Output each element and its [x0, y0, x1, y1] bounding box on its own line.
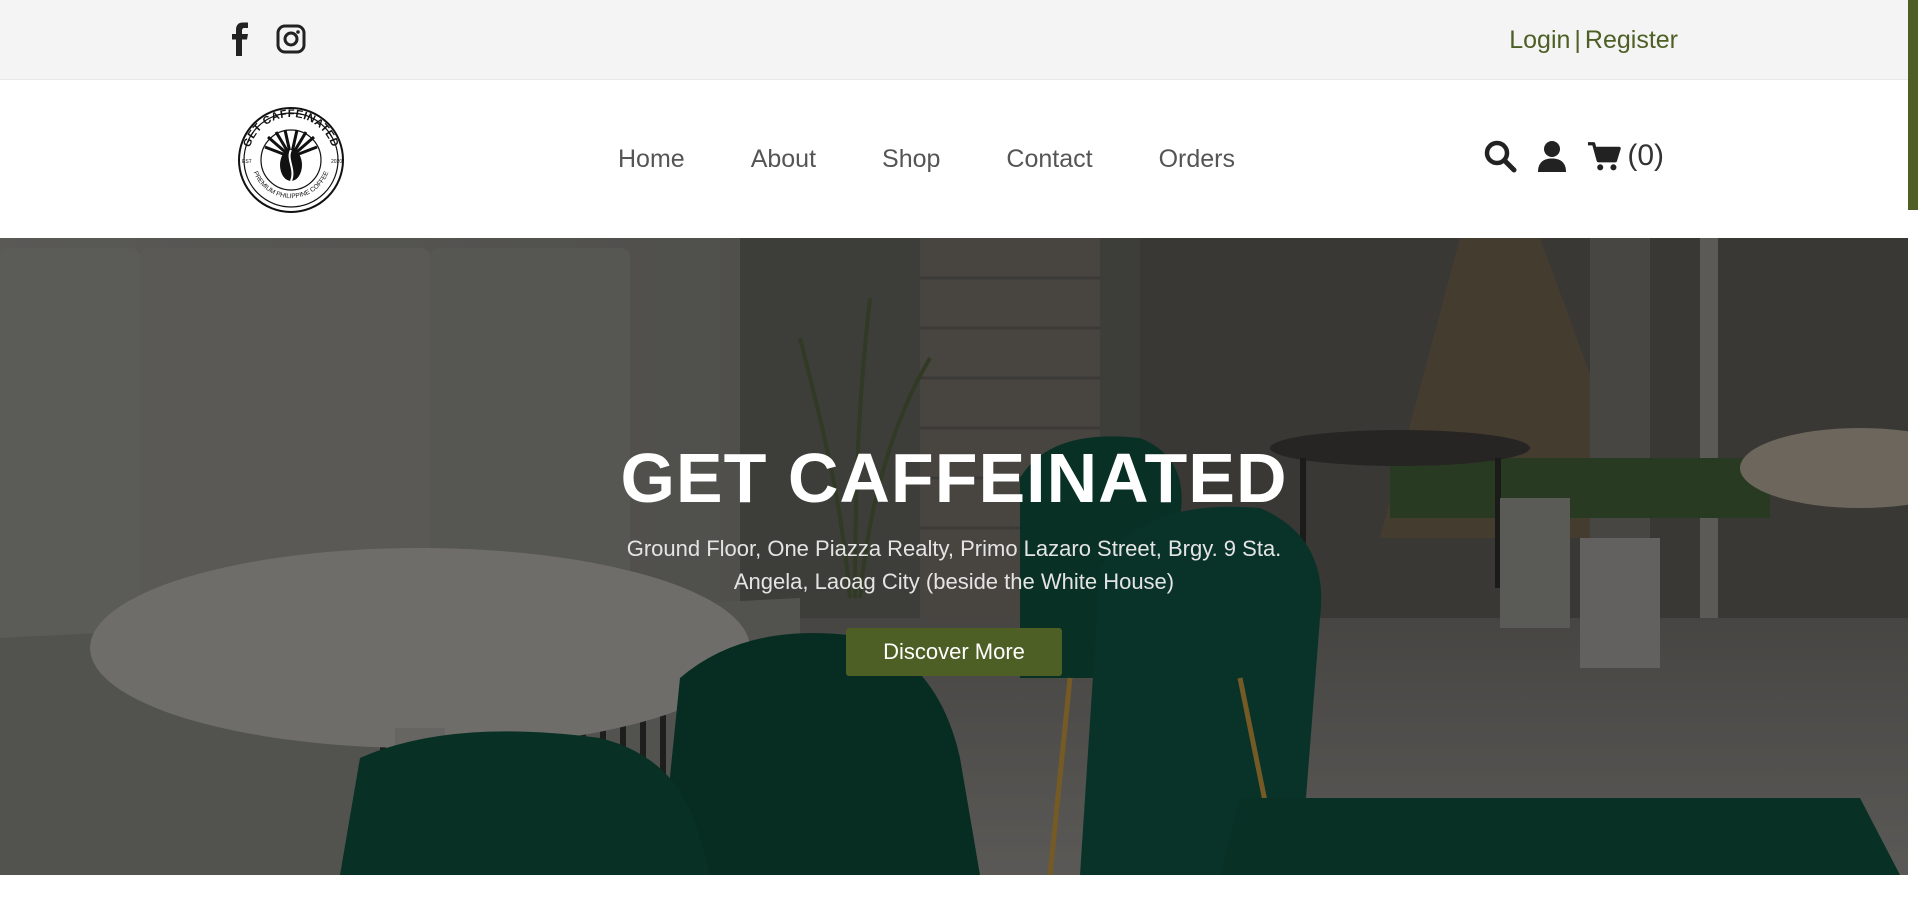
- nav-item-orders[interactable]: Orders: [1159, 145, 1235, 174]
- page: Login | Register GET CAFFEINATED PREMIUM…: [0, 0, 1918, 907]
- hero-banner: GET CAFFEINATED Ground Floor, One Piazza…: [0, 238, 1908, 875]
- page-bottom-strip: [0, 875, 1918, 907]
- cart-button[interactable]: (0): [1587, 139, 1664, 173]
- facebook-icon[interactable]: [226, 22, 256, 56]
- auth-links: Login | Register: [1509, 26, 1678, 55]
- hero-address: Ground Floor, One Piazza Realty, Primo L…: [626, 536, 1282, 594]
- site-header: GET CAFFEINATED PREMIUM PHILIPPINE COFFE…: [0, 81, 1908, 238]
- register-link[interactable]: Register: [1585, 26, 1678, 54]
- instagram-icon[interactable]: [276, 22, 306, 56]
- cart-count: (0): [1627, 139, 1664, 172]
- discover-more-button[interactable]: Discover More: [846, 628, 1062, 676]
- social-links: [226, 22, 306, 56]
- auth-separator: |: [1574, 26, 1581, 54]
- site-logo[interactable]: GET CAFFEINATED PREMIUM PHILIPPINE COFFE…: [228, 107, 354, 213]
- hero-title: GET CAFFEINATED: [620, 439, 1288, 517]
- logo-year-text: 2020: [331, 159, 342, 165]
- logo-est-text: EST: [242, 159, 252, 165]
- main-nav: Home About Shop Contact Orders: [618, 145, 1301, 174]
- search-icon[interactable]: [1483, 139, 1517, 173]
- login-link[interactable]: Login: [1509, 26, 1570, 54]
- header-tools: (0): [1483, 139, 1664, 173]
- nav-item-about[interactable]: About: [751, 145, 816, 174]
- nav-item-shop[interactable]: Shop: [882, 145, 940, 174]
- nav-item-contact[interactable]: Contact: [1006, 145, 1092, 174]
- nav-item-home[interactable]: Home: [618, 145, 685, 174]
- hero-content: GET CAFFEINATED Ground Floor, One Piazza…: [0, 438, 1908, 676]
- top-bar: Login | Register: [0, 0, 1908, 80]
- user-icon[interactable]: [1535, 139, 1569, 173]
- scrollbar-thumb[interactable]: [1908, 0, 1918, 210]
- cart-icon: [1588, 142, 1622, 171]
